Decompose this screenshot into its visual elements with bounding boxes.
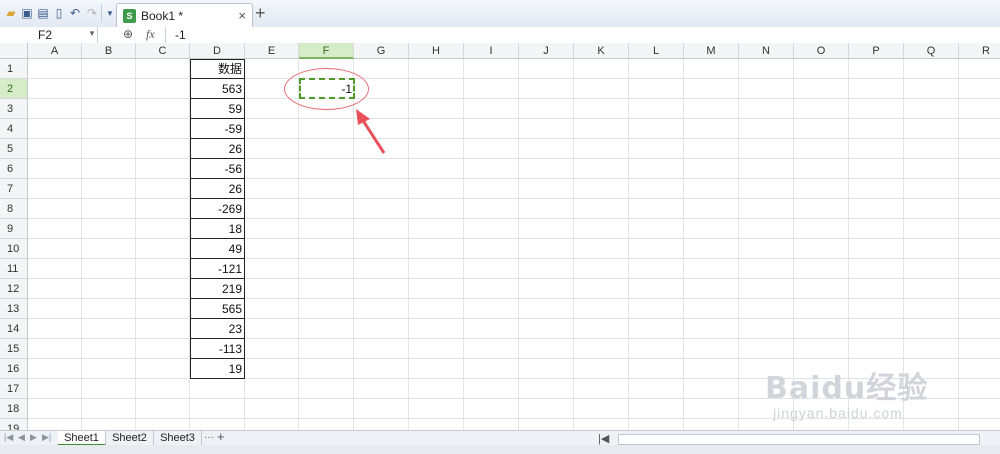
more-sheets-icon[interactable]: ···	[204, 432, 214, 443]
last-sheet-icon[interactable]: ▶|	[42, 432, 51, 443]
zoom-icon[interactable]: ⊕	[123, 27, 133, 41]
customize-toolbar-chevron-icon[interactable]: ▼	[103, 6, 117, 20]
formula-separator	[165, 27, 166, 43]
insert-function-icon[interactable]: fx	[146, 27, 155, 42]
prev-sheet-icon[interactable]: ◀	[18, 432, 25, 443]
name-box[interactable]: F2 ▼	[2, 27, 98, 43]
print-icon[interactable]: ▤	[36, 6, 50, 20]
watermark-text: Baidu经验	[765, 371, 929, 406]
formula-bar: F2 ▼ ⊕ fx -1	[0, 27, 1000, 44]
baidu-watermark: Baidu经验 jingyan.baidu.com	[765, 345, 965, 421]
sheet-tab-bar: |◀ ◀ ▶ ▶| Sheet1 Sheet2 Sheet3 ··· + |◀	[0, 429, 1000, 446]
document-tab[interactable]: S Book1 * ×	[116, 3, 253, 28]
status-bar	[0, 445, 1000, 454]
title-bar: ▰ ▣ ▤ ▯ ↶ ↷ ▼ S Book1 * × +	[0, 0, 1000, 28]
new-tab-button[interactable]: +	[255, 3, 266, 24]
sheet-tab-sheet3[interactable]: Sheet3	[154, 431, 202, 446]
open-folder-icon[interactable]: ▰	[4, 6, 18, 20]
next-sheet-icon[interactable]: ▶	[30, 432, 37, 443]
first-sheet-icon[interactable]: |◀	[4, 432, 13, 443]
sheet-tab-sheet1[interactable]: Sheet1	[58, 431, 106, 446]
undo-icon[interactable]: ↶	[68, 6, 82, 20]
save-icon[interactable]: ▣	[20, 6, 34, 20]
horizontal-scrollbar[interactable]	[618, 434, 980, 445]
document-tab-title: Book1 *	[141, 9, 184, 23]
name-box-dropdown-icon[interactable]: ▼	[88, 29, 96, 38]
name-box-value: F2	[38, 28, 53, 42]
print-preview-icon[interactable]: ▯	[52, 6, 66, 20]
scroll-left-icon[interactable]: |◀	[598, 432, 609, 445]
redo-icon[interactable]: ↷	[85, 6, 99, 20]
sheet-tab-sheet2[interactable]: Sheet2	[106, 431, 154, 446]
spreadsheet-file-icon: S	[123, 9, 136, 23]
formula-input[interactable]: -1	[175, 28, 186, 42]
add-sheet-button[interactable]: +	[217, 429, 225, 444]
toolbar-separator	[101, 5, 102, 22]
watermark-subtext: jingyan.baidu.com	[773, 405, 903, 421]
close-tab-icon[interactable]: ×	[238, 8, 246, 23]
